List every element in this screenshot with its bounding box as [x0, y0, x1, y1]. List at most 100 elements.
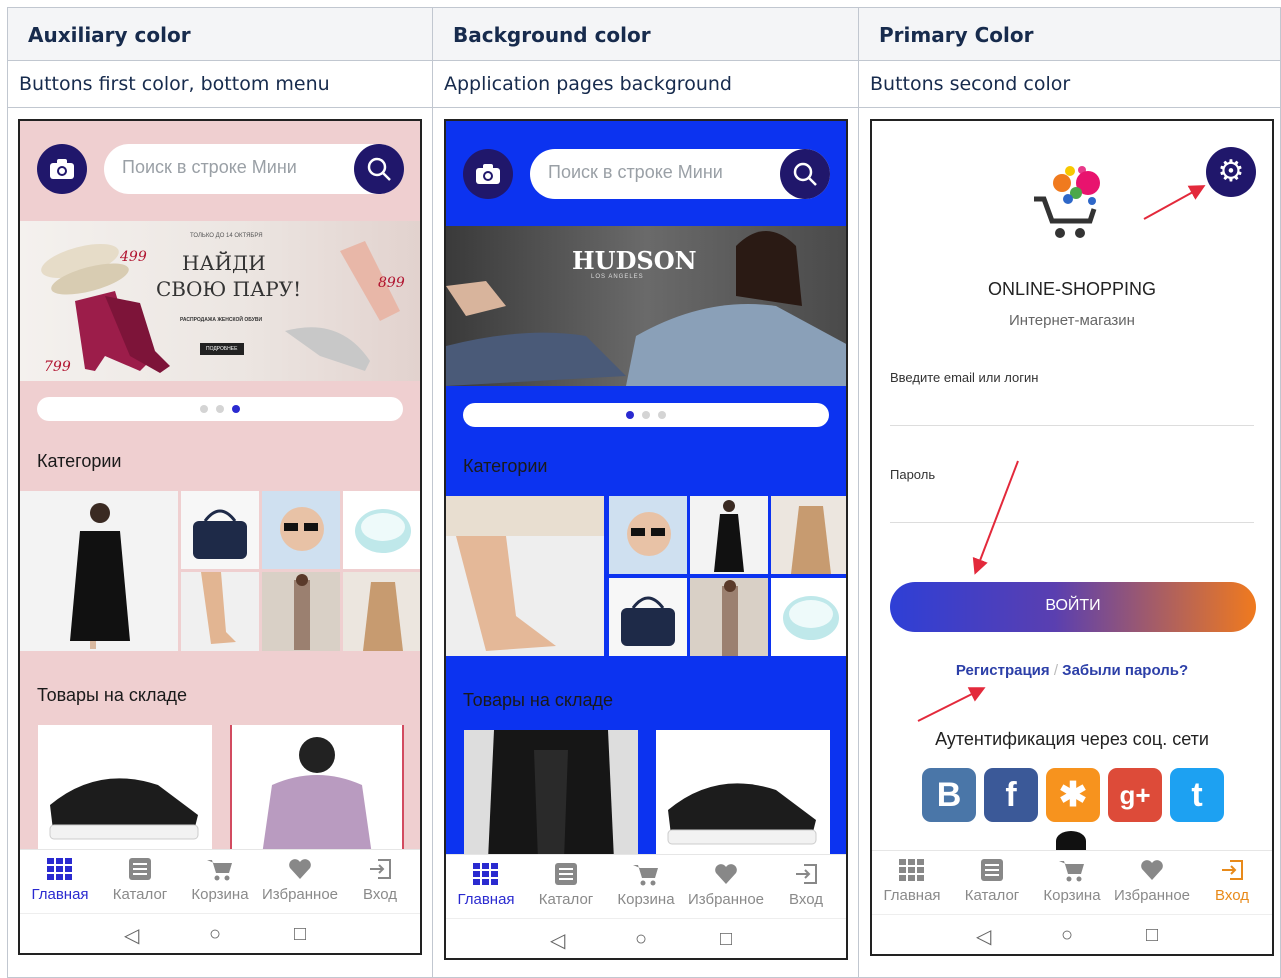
- banner-headline-1: НАЙДИ: [182, 251, 266, 275]
- category-coat[interactable]: [343, 572, 420, 651]
- grid-icon: [872, 859, 952, 885]
- category-dress[interactable]: [20, 491, 178, 651]
- home-circle-icon[interactable]: ○: [635, 928, 647, 951]
- nav-favorites[interactable]: Избранное: [260, 858, 340, 903]
- header-background: Background color: [432, 7, 859, 61]
- nav-home[interactable]: Главная: [20, 858, 100, 903]
- nav-cart[interactable]: Корзина: [180, 858, 260, 903]
- twitter-icon[interactable]: t: [1170, 768, 1224, 822]
- email-field[interactable]: [890, 425, 1254, 426]
- top-bar: Поиск в строке Мини: [446, 121, 846, 219]
- apple-icon[interactable]: [1056, 831, 1086, 851]
- category-outfit[interactable]: [690, 578, 768, 656]
- grid-icon: [20, 858, 100, 884]
- promo-banner[interactable]: HUDSON LOS ANGELES: [446, 226, 846, 386]
- category-sunglasses[interactable]: [262, 491, 340, 569]
- product-sneakers[interactable]: [656, 730, 830, 860]
- bottom-nav: Главная Каталог Корзина Избранное Вход: [446, 854, 846, 918]
- back-icon[interactable]: ◁: [976, 924, 991, 949]
- category-grid: [446, 496, 846, 656]
- cart-icon: [1032, 859, 1112, 885]
- category-sunglasses[interactable]: [609, 496, 687, 574]
- top-bar: Поиск в строке Мини: [20, 121, 420, 219]
- home-circle-icon[interactable]: ○: [209, 923, 221, 946]
- stock-title: Товары на складе: [463, 690, 613, 710]
- category-dress[interactable]: [690, 496, 768, 574]
- product-sneakers[interactable]: [38, 725, 212, 855]
- product-jacket[interactable]: [230, 725, 404, 855]
- category-outfit[interactable]: [262, 572, 340, 651]
- vk-icon[interactable]: B: [922, 768, 976, 822]
- system-nav: ◁ ○ □: [872, 914, 1272, 954]
- password-field[interactable]: [890, 522, 1254, 523]
- nav-login[interactable]: Вход: [1192, 859, 1272, 904]
- nav-favorites[interactable]: Избранное: [1112, 859, 1192, 904]
- phone-screenshot-auxiliary: Поиск в строке Мини ТОЛЬКО ДО 14 ОКТЯБРЯ…: [18, 119, 422, 955]
- category-heels[interactable]: [446, 496, 604, 656]
- nav-catalog[interactable]: Каталог: [526, 863, 606, 908]
- password-label: Пароль: [890, 467, 936, 482]
- category-bag[interactable]: [181, 491, 259, 569]
- heart-icon: [1112, 859, 1192, 885]
- product-corset[interactable]: [464, 730, 638, 860]
- camera-icon[interactable]: [37, 144, 87, 194]
- category-cream[interactable]: [771, 578, 846, 656]
- banner-brand-sub: LOS ANGELES: [591, 274, 644, 280]
- nav-home[interactable]: Главная: [446, 863, 526, 908]
- app-name: ONLINE-SHOPPING: [987, 279, 1157, 299]
- back-icon[interactable]: ◁: [124, 923, 139, 948]
- recents-icon[interactable]: □: [720, 928, 732, 951]
- nav-catalog[interactable]: Каталог: [952, 859, 1032, 904]
- forgot-password-link[interactable]: Забыли пароль?: [1062, 662, 1188, 679]
- promo-banner[interactable]: ТОЛЬКО ДО 14 ОКТЯБРЯ НАЙДИ СВОЮ ПАРУ! РА…: [20, 221, 420, 381]
- home-circle-icon[interactable]: ○: [1061, 924, 1073, 947]
- category-heels[interactable]: [181, 572, 259, 651]
- stock-title: Товары на складе: [37, 685, 187, 705]
- recents-icon[interactable]: □: [294, 923, 306, 946]
- list-icon: [100, 858, 180, 884]
- banner-headline-2: СВОЮ ПАРУ!: [156, 277, 302, 301]
- nav-cart[interactable]: Корзина: [606, 863, 686, 908]
- desc-auxiliary: Buttons first color, bottom menu: [7, 61, 433, 108]
- nav-catalog[interactable]: Каталог: [100, 858, 180, 903]
- price-a: 499: [120, 249, 147, 265]
- list-icon: [526, 863, 606, 889]
- desc-primary: Buttons second color: [858, 61, 1281, 108]
- register-link[interactable]: Регистрация: [956, 662, 1050, 679]
- social-title: Аутентификация через соц. сети: [935, 729, 1209, 749]
- category-cream[interactable]: [343, 491, 420, 569]
- system-nav: ◁ ○ □: [446, 918, 846, 958]
- camera-icon[interactable]: [463, 149, 513, 199]
- nav-home[interactable]: Главная: [872, 859, 952, 904]
- back-icon[interactable]: ◁: [550, 928, 565, 953]
- bottom-nav: Главная Каталог Корзина Избранное Вход: [20, 849, 420, 913]
- nav-favorites[interactable]: Избранное: [686, 863, 766, 908]
- carousel-dots: [463, 403, 829, 427]
- header-primary: Primary Color: [858, 7, 1281, 61]
- heart-icon: [260, 858, 340, 884]
- auth-links: Регистрация / Забыли пароль?: [872, 662, 1272, 679]
- phone-screenshot-primary: ⚙ ONLINE-SHOPPING Интернет-магазин Введи…: [870, 119, 1274, 956]
- nav-login[interactable]: Вход: [766, 863, 846, 908]
- settings-gear-icon[interactable]: ⚙: [1206, 147, 1256, 197]
- category-coat[interactable]: [771, 496, 846, 574]
- banner-sale-text: РАСПРОДАЖА ЖЕНСКОЙ ОБУВИ: [180, 317, 263, 323]
- category-bag[interactable]: [609, 578, 687, 656]
- categories-title: Категории: [463, 456, 548, 476]
- price-b: 799: [44, 359, 71, 375]
- recents-icon[interactable]: □: [1146, 924, 1158, 947]
- nav-cart[interactable]: Корзина: [1032, 859, 1112, 904]
- google-plus-icon[interactable]: g+: [1108, 768, 1162, 822]
- nav-login[interactable]: Вход: [340, 858, 420, 903]
- list-icon: [952, 859, 1032, 885]
- categories-title: Категории: [37, 451, 122, 471]
- login-button[interactable]: ВОЙТИ: [890, 582, 1256, 632]
- email-label: Введите email или логин: [890, 370, 1039, 385]
- app-subtitle: Интернет-магазин: [1009, 312, 1135, 329]
- heart-icon: [686, 863, 766, 889]
- search-icon[interactable]: [354, 144, 404, 194]
- search-icon[interactable]: [780, 149, 830, 199]
- odnoklassniki-icon[interactable]: ✱: [1046, 768, 1100, 822]
- banner-button: ПОДРОБНЕЕ: [206, 346, 238, 352]
- facebook-icon[interactable]: f: [984, 768, 1038, 822]
